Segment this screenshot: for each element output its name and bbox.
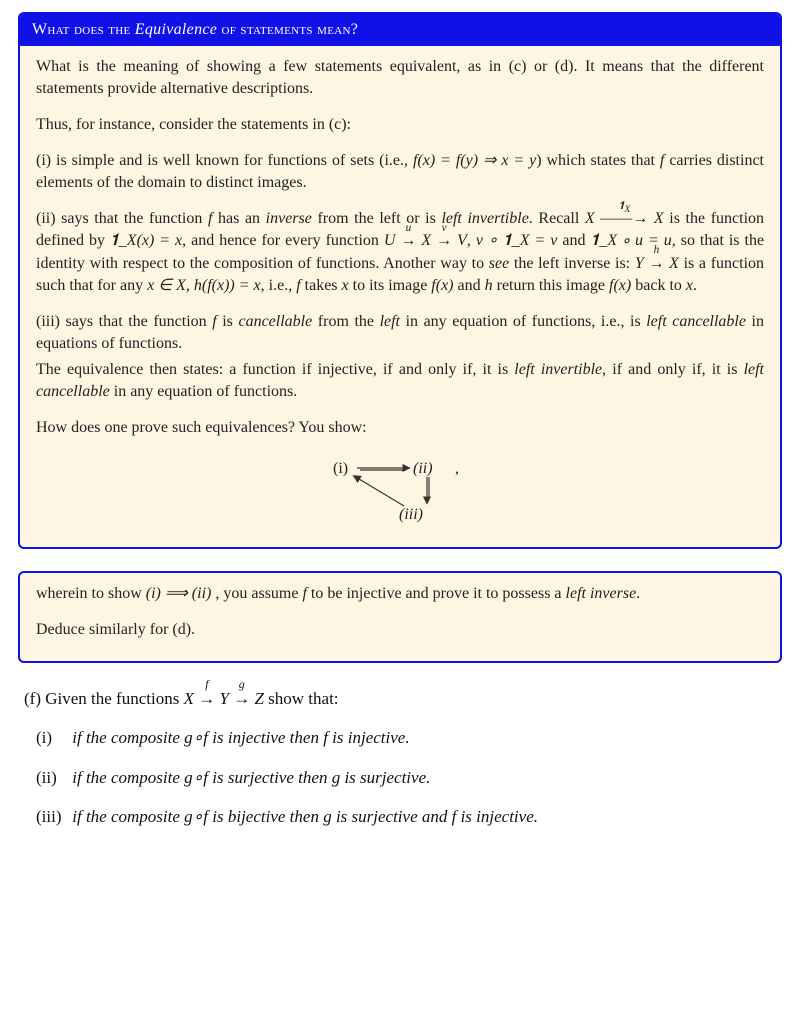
title-post: of statements mean? [217,21,358,38]
title-pre: What does the [32,21,135,38]
box2-p2: Deduce similarly for (d). [36,619,764,641]
equivalence-box: What does the Equivalence of statements … [18,12,782,549]
para-ii: (ii) says that the function f has an inv… [36,208,764,296]
diag-iii: (iii) [399,506,423,523]
para-intro: What is the meaning of showing a few sta… [36,56,764,100]
arrow-v: v→ [436,230,452,252]
arrow-iii-i [354,476,404,506]
f-lead: (f) Given the functions X f→ Y g→ Z show… [24,685,776,712]
wherein-box: wherein to show (i) ⟹ (ii) , you assume … [18,571,782,663]
diag-ii: (ii) [413,460,433,477]
box-body: What is the meaning of showing a few sta… [20,46,780,547]
arrow-1x: 𝟏X——→ [600,208,648,230]
para-how: How does one prove such equivalences? Yo… [36,417,764,439]
exercise-f: (f) Given the functions X f→ Y g→ Z show… [18,685,782,830]
para-consider: Thus, for instance, consider the stateme… [36,114,764,136]
para-i: (i) is simple and is well known for func… [36,150,764,194]
arrow-h: h→ [648,253,664,275]
arrow-g: g→ [233,685,250,712]
box2-p1: wherein to show (i) ⟹ (ii) , you assume … [36,583,764,605]
f-ii: (ii) if the composite g∘f is surjective … [36,764,776,791]
diag-i: (i) [333,460,348,477]
para-iii: (iii) says that the function f is cancel… [36,311,764,355]
f-i: (i) if the composite g∘f is injective th… [36,724,776,751]
diag-comma: , [455,460,459,477]
implication-diagram: (i) (ii) , (iii) [36,453,764,531]
f-iii: (iii) if the composite g∘f is bijective … [36,803,776,830]
arrow-u: u→ [400,230,416,252]
box-title: What does the Equivalence of statements … [20,14,780,46]
box2-body: wherein to show (i) ⟹ (ii) , you assume … [20,573,780,661]
arrow-f: f→ [198,685,215,712]
para-equiv: The equivalence then states: a function … [36,359,764,403]
title-em: Equivalence [135,21,217,38]
